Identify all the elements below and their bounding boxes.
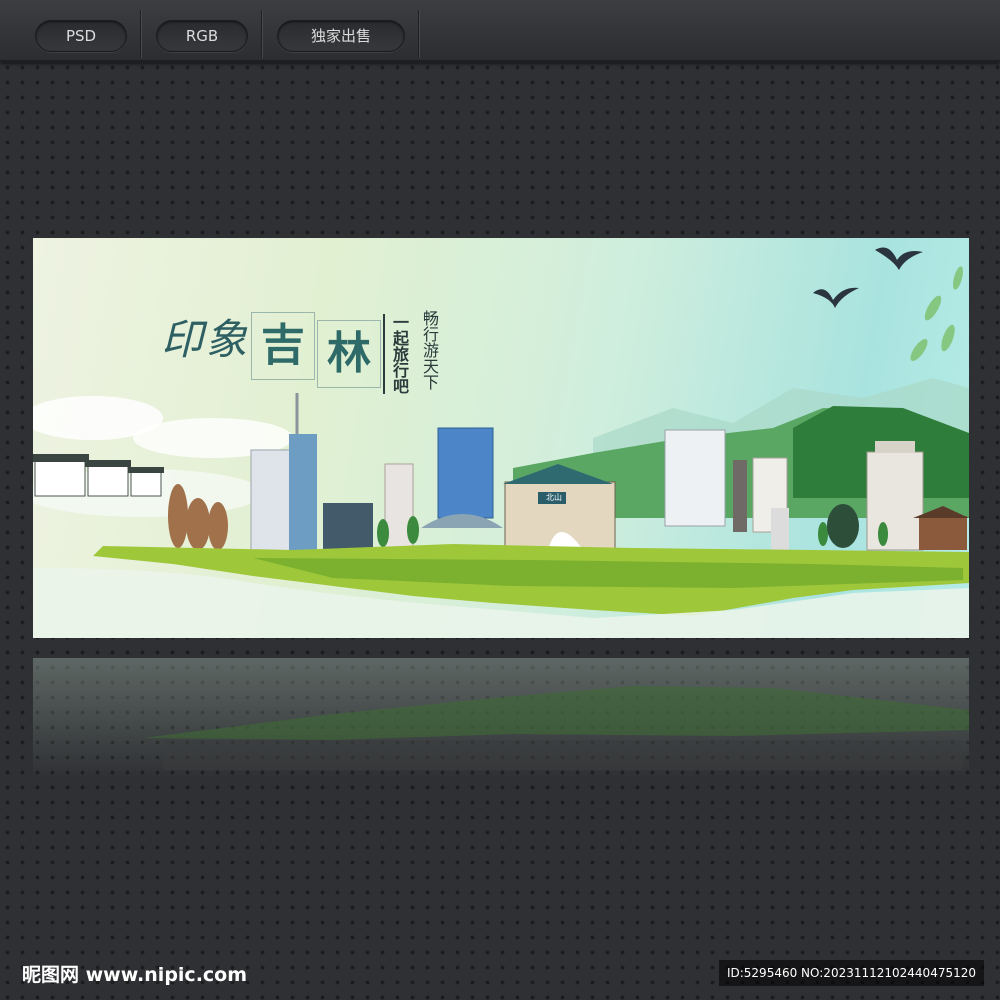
swallow-bird <box>813 287 859 308</box>
title-char-ji: 吉 <box>251 312 315 380</box>
swallow-bird <box>875 247 923 270</box>
tab-psd[interactable]: PSD <box>35 20 127 52</box>
toolbar-divider <box>140 10 141 58</box>
tagline: 一起旅行吧 <box>383 314 411 394</box>
banner-reflection <box>33 658 969 778</box>
jilin-tourism-banner: 印象 吉 林 一起旅行吧 畅行游天下 北山 <box>33 238 969 638</box>
toolbar-divider <box>261 10 262 58</box>
gate-plaque: 北山 <box>546 493 562 502</box>
tab-exclusive-sale[interactable]: 独家出售 <box>277 20 405 52</box>
title-char-lin: 林 <box>317 320 381 388</box>
site-logo: 昵图网 www.nipic.com <box>22 964 248 986</box>
tab-rgb[interactable]: RGB <box>156 20 248 52</box>
toolbar-divider <box>418 10 419 58</box>
banner-illustration <box>33 247 969 638</box>
reflection-shape <box>143 686 969 770</box>
script-title: 印象 <box>161 315 250 364</box>
image-id-badge: ID:5295460 NO:20231112102440475120 <box>718 960 984 986</box>
top-toolbar: PSD RGB 独家出售 <box>0 0 1000 62</box>
slogan: 畅行游天下 <box>420 310 439 390</box>
willow-leaves <box>910 266 963 362</box>
